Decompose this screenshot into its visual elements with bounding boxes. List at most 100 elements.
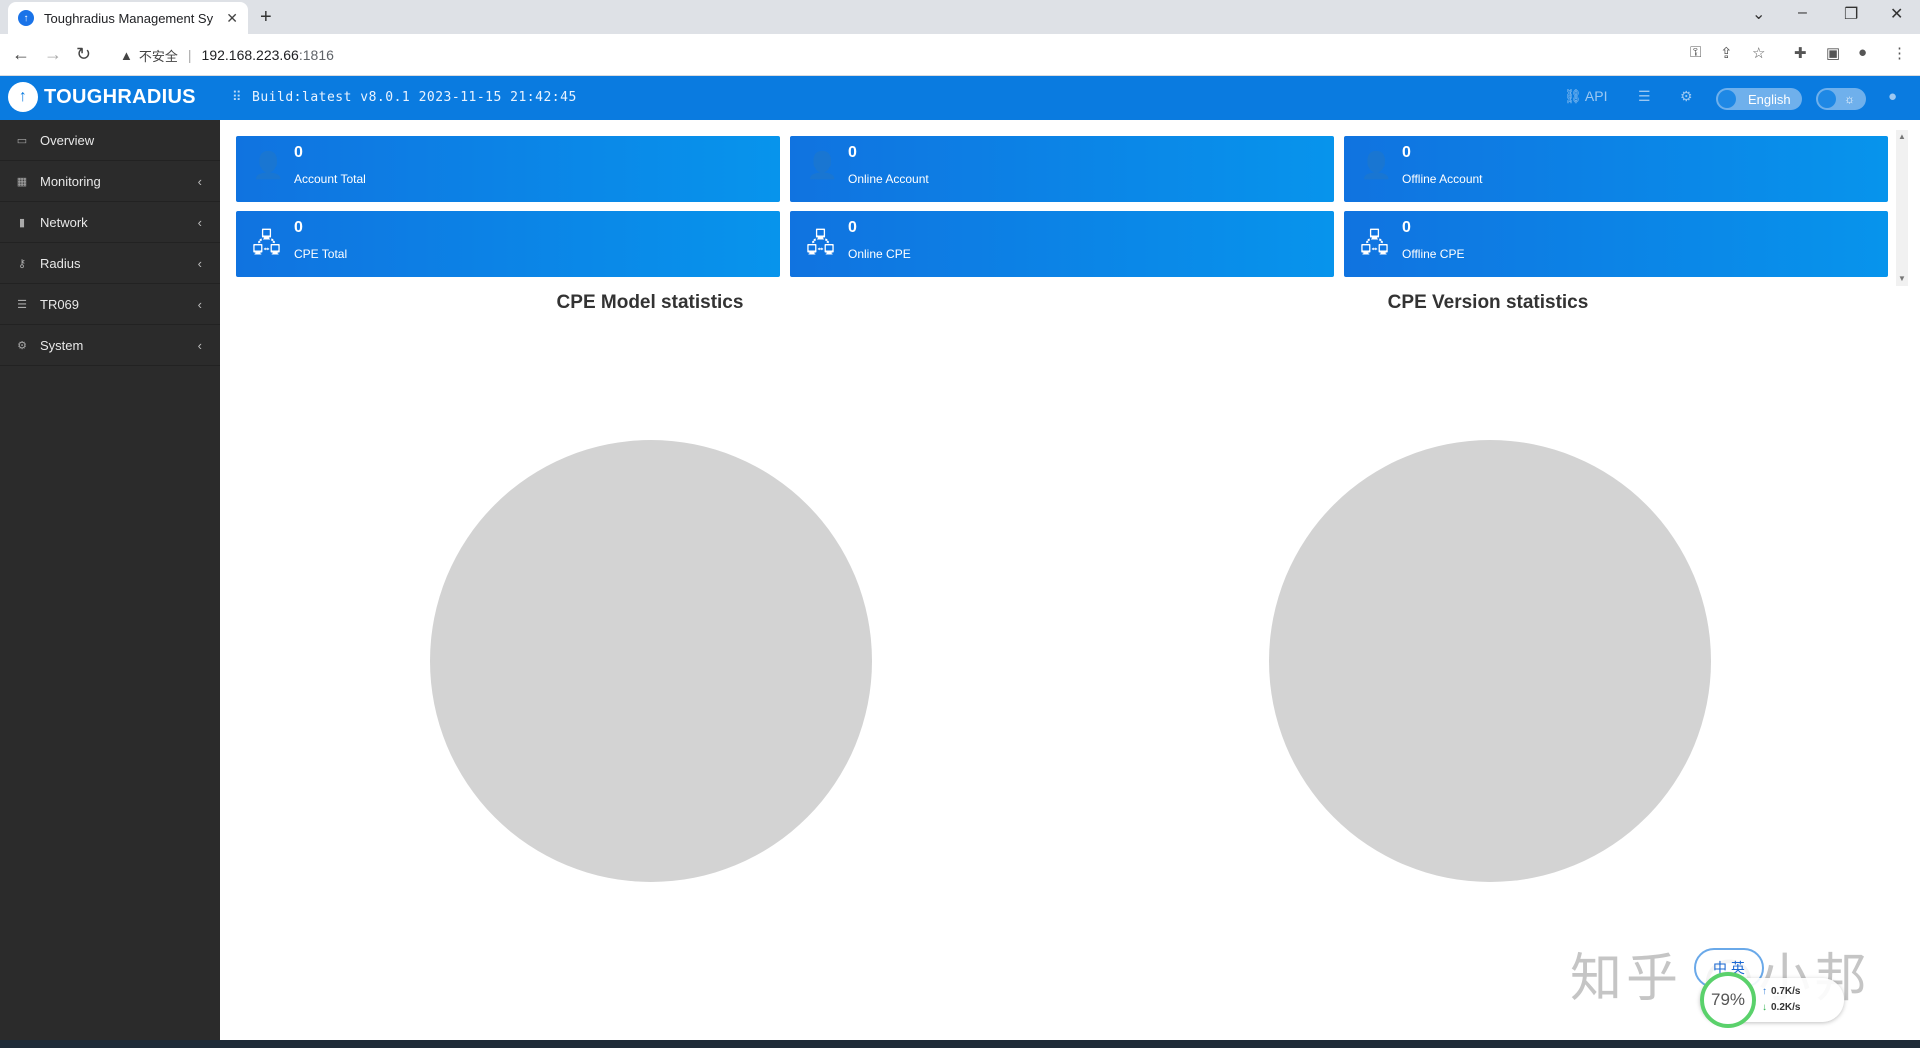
search-list-icon[interactable]: ☰	[1638, 88, 1651, 105]
sun-icon: ☼	[1844, 92, 1855, 106]
reload-icon[interactable]: ↻	[76, 44, 91, 65]
api-label: API	[1584, 88, 1608, 104]
sidebar-item-label: Network	[40, 214, 88, 230]
language-label: English	[1748, 91, 1791, 107]
stat-label: Offline CPE	[1402, 247, 1465, 261]
gears-icon: ⚙	[17, 339, 27, 352]
sidebar-item-network[interactable]: ▮ Network ‹	[0, 202, 220, 243]
scroll-up-icon[interactable]: ▲	[1898, 132, 1906, 141]
stat-card-cpe-total: 🖧 0 CPE Total	[236, 211, 780, 277]
stat-card-account-total: 👤 0 Account Total	[236, 136, 780, 202]
tab-search-icon[interactable]: ⌄	[1752, 4, 1765, 24]
sidebar-item-label: TR069	[40, 296, 80, 312]
cards-scrollbar[interactable]: ▲ ▼	[1896, 130, 1908, 286]
chevron-left-icon: ‹	[197, 173, 202, 189]
logo-mark-icon: ↑	[8, 82, 38, 112]
theme-toggle[interactable]: ☼	[1816, 88, 1866, 110]
stat-value: 0	[848, 144, 857, 161]
cpe-version-chart-title: CPE Version statistics	[1387, 292, 1589, 313]
user-icon: 👤	[806, 150, 839, 180]
download-rate: ↓ 0.2K/s	[1762, 1002, 1800, 1013]
stat-value: 0	[1402, 144, 1411, 161]
app-logo[interactable]: ↑ TOUGHRADIUS	[8, 82, 196, 112]
stat-label: Online Account	[848, 172, 929, 186]
site-favicon-icon: ↑	[18, 10, 34, 26]
warning-icon: ▲	[120, 47, 133, 63]
server-icon: ☰	[17, 298, 27, 311]
key-icon[interactable]: ⚿	[1690, 44, 1701, 61]
arrow-down-icon: ↓	[1762, 1002, 1767, 1013]
grip-icon: ⠿	[232, 90, 243, 105]
stat-value: 0	[1402, 219, 1411, 236]
upload-rate-value: 0.7K/s	[1771, 986, 1801, 997]
cpe-version-pie-chart	[1269, 440, 1711, 882]
sidebar-item-tr069[interactable]: ☰ TR069 ‹	[0, 284, 220, 325]
user-icon: 👤	[252, 150, 285, 180]
user-icon[interactable]: ●	[1888, 88, 1897, 105]
sidebar-item-label: System	[40, 337, 84, 353]
stat-label: Account Total	[294, 172, 366, 186]
bookmark-star-icon[interactable]: ☆	[1752, 44, 1765, 62]
language-toggle[interactable]: English	[1716, 88, 1802, 110]
stat-card-online-account: 👤 0 Online Account	[790, 136, 1334, 202]
main-content: 👤 0 Account Total 👤 0 Online Account 👤 0…	[220, 120, 1920, 1040]
sidebar-item-radius[interactable]: ⚷ Radius ‹	[0, 243, 220, 284]
chevron-left-icon: ‹	[197, 296, 202, 312]
back-icon[interactable]: ←	[12, 44, 30, 65]
chevron-left-icon: ‹	[197, 214, 202, 230]
stat-card-online-cpe: 🖧 0 Online CPE	[790, 211, 1334, 277]
profile-icon[interactable]: ●	[1858, 44, 1867, 61]
upload-rate: ↑ 0.7K/s	[1762, 986, 1800, 997]
tab-close-icon[interactable]: ✕	[226, 10, 238, 27]
address-bar[interactable]: ▲ 不安全 | 192.168.223.66 :1816	[108, 39, 1658, 71]
browser-tabbar: ↑ Toughradius Management Sy ✕ + ⌄ – ❐ ✕	[0, 0, 1920, 34]
sidebar-item-label: Monitoring	[40, 173, 101, 189]
forward-icon[interactable]: →	[44, 44, 62, 65]
api-link[interactable]: ⛓ API	[1564, 88, 1607, 105]
arrow-up-icon: ↑	[1762, 986, 1767, 997]
stat-label: Online CPE	[848, 247, 911, 261]
url-host: 192.168.223.66	[201, 47, 299, 63]
stat-value: 0	[848, 219, 857, 236]
key-icon: ⚷	[17, 257, 27, 270]
share-icon[interactable]: ⇪	[1720, 44, 1733, 62]
server-network-icon: 🖧	[806, 228, 835, 258]
stat-label: Offline Account	[1402, 172, 1483, 186]
restore-icon[interactable]: ❐	[1844, 4, 1858, 24]
browser-tab[interactable]: ↑ Toughradius Management Sy ✕	[8, 2, 248, 34]
server-network-icon: 🖧	[1360, 228, 1389, 258]
stat-label: CPE Total	[294, 247, 348, 261]
url-port: :1816	[298, 47, 334, 63]
user-outline-icon: 👤	[1360, 150, 1393, 180]
server-network-icon: 🖧	[252, 228, 281, 258]
close-window-icon[interactable]: ✕	[1890, 4, 1903, 24]
os-taskbar	[0, 1040, 1920, 1048]
stat-card-offline-cpe: 🖧 0 Offline CPE	[1344, 211, 1888, 277]
build-text: Build:latest v8.0.1 2023-11-15 21:42:45	[252, 90, 577, 105]
new-tab-button[interactable]: +	[260, 6, 272, 29]
tab-title: Toughradius Management Sy	[44, 10, 214, 26]
network-icon: ▮	[18, 216, 26, 229]
sidebar-item-overview[interactable]: ▭ Overview	[0, 120, 220, 161]
stat-value: 0	[294, 219, 303, 236]
browser-menu-icon[interactable]: ⋮	[1892, 44, 1907, 62]
network-speed-widget[interactable]: 79% ↑ 0.7K/s ↓ 0.2K/s	[1700, 972, 1844, 1028]
chevron-left-icon: ‹	[197, 255, 202, 271]
url-separator: |	[187, 47, 192, 63]
theme-toggle-knob	[1818, 90, 1836, 108]
scroll-down-icon[interactable]: ▼	[1898, 274, 1906, 283]
settings-icon[interactable]: ⚙	[1680, 88, 1693, 105]
sidebar: ▭ Overview ▦ Monitoring ‹ ▮ Network ‹ ⚷ …	[0, 120, 220, 1040]
download-rate-value: 0.2K/s	[1771, 1002, 1801, 1013]
cpu-percent: 79%	[1700, 972, 1756, 1028]
cpe-model-chart-title: CPE Model statistics	[556, 292, 744, 313]
sidebar-item-system[interactable]: ⚙ System ‹	[0, 325, 220, 366]
logo-text: TOUGHRADIUS	[44, 85, 196, 108]
cpe-model-pie-chart	[430, 440, 872, 882]
minimize-icon[interactable]: –	[1798, 4, 1807, 22]
extensions-icon[interactable]: ✚	[1794, 44, 1807, 62]
sidebar-item-monitoring[interactable]: ▦ Monitoring ‹	[0, 161, 220, 202]
dashboard-icon: ▭	[16, 134, 28, 147]
link-icon: ⛓	[1564, 88, 1582, 104]
side-panel-icon[interactable]: ▣	[1826, 44, 1840, 62]
